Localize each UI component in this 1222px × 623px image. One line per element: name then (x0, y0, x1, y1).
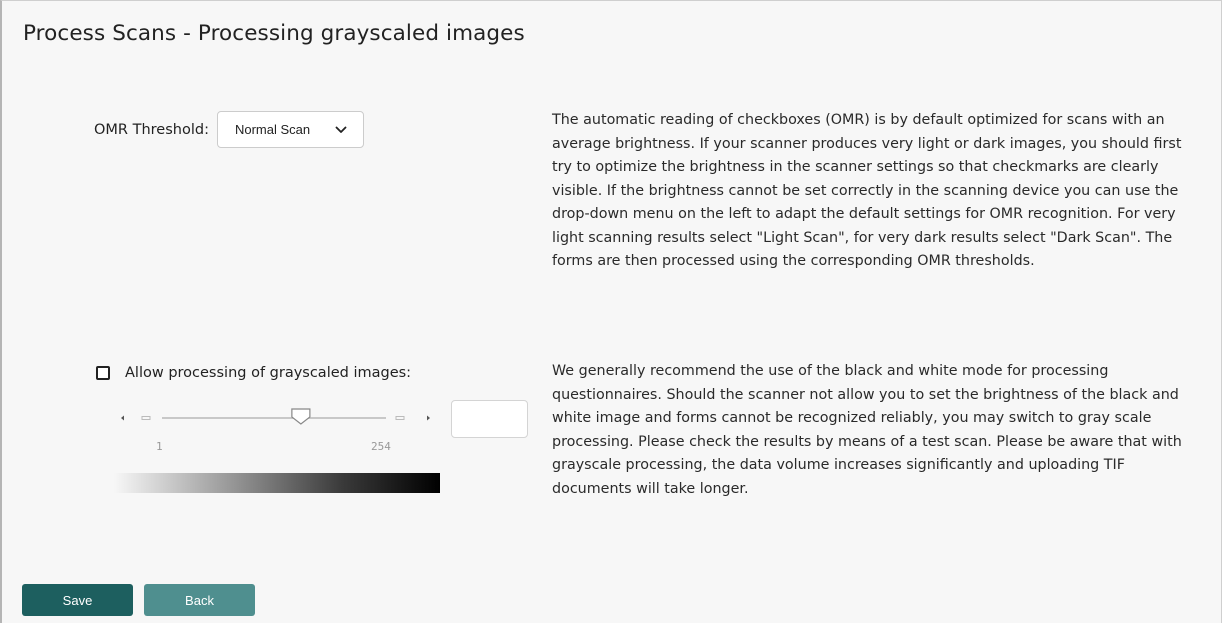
grayscale-checkbox-label[interactable]: Allow processing of grayscaled images: (125, 365, 411, 381)
brightness-slider[interactable]: 1 254 (114, 405, 444, 465)
grayscale-gradient-bar (114, 473, 440, 493)
page-title: Process Scans - Processing grayscaled im… (23, 21, 525, 46)
save-button[interactable]: Save (22, 584, 133, 616)
slider-track-graphic (121, 408, 430, 425)
slider-thumb[interactable] (291, 408, 311, 425)
omr-threshold-description: The automatic reading of checkboxes (OMR… (552, 112, 1182, 269)
slider-track (162, 417, 386, 419)
slider-min-label: 1 (156, 440, 163, 453)
omr-threshold-row: OMR Threshold: Normal Scan (94, 111, 364, 148)
slider-track-left-end (141, 416, 151, 420)
caret-right-icon (427, 415, 430, 421)
grayscale-checkbox[interactable] (96, 366, 110, 380)
omr-threshold-selected-value: Normal Scan (234, 122, 311, 137)
grayscale-description: We generally recommend the use of the bl… (552, 363, 1182, 497)
caret-left-icon (121, 415, 124, 421)
grayscale-option-row[interactable]: Allow processing of grayscaled images: (96, 365, 411, 381)
back-button[interactable]: Back (144, 584, 255, 616)
brightness-value-input[interactable] (451, 400, 528, 438)
slider-track-right-end (395, 416, 405, 420)
main-panel: Process Scans - Processing grayscaled im… (0, 0, 1222, 623)
omr-threshold-label: OMR Threshold: (94, 121, 209, 138)
omr-threshold-select[interactable]: Normal Scan (216, 111, 364, 148)
slider-max-label: 254 (371, 440, 391, 453)
chevron-down-icon (335, 126, 347, 133)
